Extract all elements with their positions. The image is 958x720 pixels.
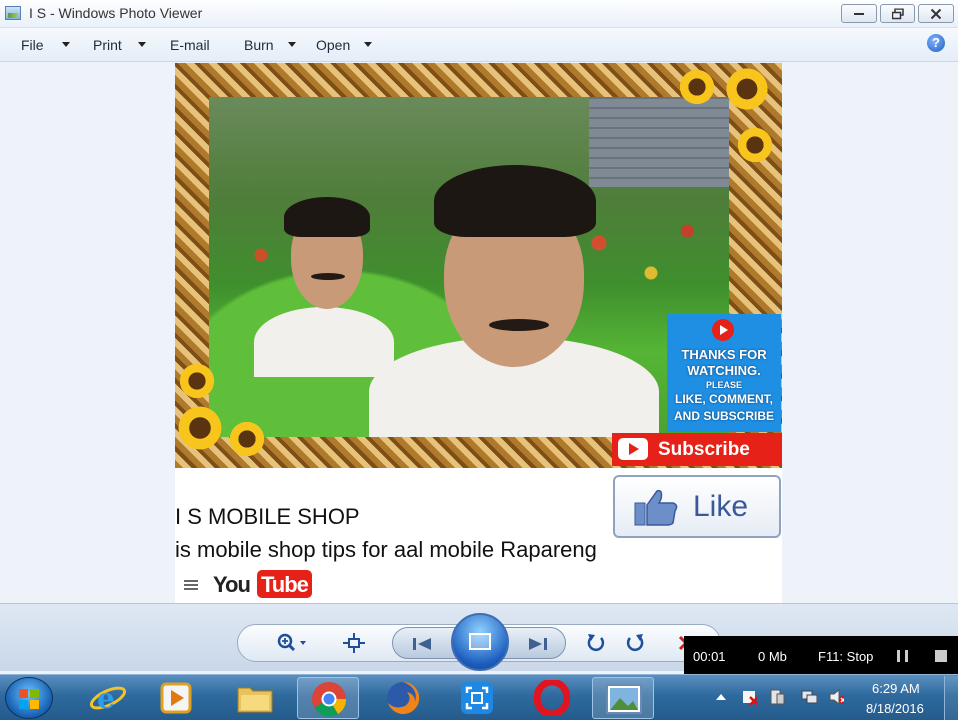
file-explorer-icon (237, 687, 273, 713)
taskbar-screen-recorder[interactable] (446, 677, 508, 719)
open-dropdown-icon[interactable] (364, 42, 372, 47)
show-desktop-button[interactable] (944, 676, 958, 720)
actual-size-button[interactable] (340, 631, 368, 655)
displayed-photo: THANKS FOR WATCHING. PLEASE LIKE, COMMEN… (175, 63, 782, 604)
previous-icon[interactable] (411, 636, 433, 652)
subscribe-graphic: Subscribe (612, 433, 782, 466)
thumbs-up-icon (634, 489, 678, 526)
clock-time[interactable]: 6:29 AM (872, 681, 920, 696)
thanks-for-watching-banner: THANKS FOR WATCHING. PLEASE LIKE, COMMEN… (667, 314, 781, 432)
file-dropdown-icon[interactable] (62, 42, 70, 47)
print-dropdown-icon[interactable] (138, 42, 146, 47)
recording-time: 00:01 (693, 649, 726, 664)
stop-hint[interactable]: F11: Stop (818, 649, 873, 664)
zoom-button[interactable] (274, 631, 310, 655)
youtube-play-icon (618, 438, 648, 460)
taskbar-firefox[interactable] (372, 677, 434, 719)
close-icon (930, 8, 942, 19)
screen-recorder-icon (461, 682, 493, 714)
like-graphic: Like (613, 475, 781, 538)
stop-icon[interactable] (935, 650, 947, 662)
media-player-icon (160, 682, 192, 714)
fit-window-icon (343, 633, 365, 653)
rotate-counterclockwise-button[interactable] (582, 631, 610, 655)
restore-button[interactable] (880, 4, 915, 23)
minimize-icon (854, 12, 864, 15)
menu-open[interactable]: Open (316, 37, 350, 53)
volume-muted-icon[interactable] (828, 689, 844, 705)
sunflower-decoration (227, 419, 267, 459)
help-icon[interactable]: ? (927, 34, 945, 52)
recording-size: 0 Mb (758, 649, 787, 664)
image-viewport: THANKS FOR WATCHING. PLEASE LIKE, COMMEN… (0, 63, 958, 604)
taskbar-media-player[interactable] (145, 677, 207, 719)
rotate-cw-icon (626, 634, 644, 652)
sunflower-decoration (677, 67, 717, 107)
taskbar-opera[interactable] (521, 677, 583, 719)
taskbar-photo-viewer[interactable] (592, 677, 654, 719)
taskbar-file-explorer[interactable] (224, 677, 286, 719)
recording-status-bar: 00:01 0 Mb F11: Stop (684, 636, 958, 674)
caption-title: I S MOBILE SHOP (175, 504, 360, 529)
window-title: I S - Windows Photo Viewer (29, 5, 203, 21)
rotate-clockwise-button[interactable] (621, 631, 649, 655)
menu-burn[interactable]: Burn (244, 37, 274, 53)
sunflower-decoration (177, 361, 217, 401)
sunflower-decoration (735, 125, 775, 165)
zoom-icon (277, 633, 306, 652)
taskbar-internet-explorer[interactable]: e (77, 677, 139, 719)
menu-email[interactable]: E-mail (170, 37, 210, 53)
start-button[interactable] (5, 677, 53, 719)
ornate-frame: THANKS FOR WATCHING. PLEASE LIKE, COMMEN… (175, 63, 782, 468)
opera-icon (534, 680, 570, 716)
title-bar: I S - Windows Photo Viewer (0, 0, 958, 28)
svg-text:e: e (97, 682, 115, 715)
internet-explorer-icon: e (89, 682, 127, 715)
menu-print[interactable]: Print (93, 37, 122, 53)
chrome-icon (312, 682, 347, 717)
sunflower-decoration (723, 65, 771, 113)
device-icon[interactable] (769, 689, 785, 705)
photo-viewer-icon (606, 684, 642, 714)
taskbar-chrome[interactable] (297, 677, 359, 719)
show-hidden-icons-icon[interactable] (716, 694, 726, 700)
menu-bar: File Print E-mail Burn Open (0, 28, 958, 62)
large-portrait (349, 137, 659, 437)
slideshow-button[interactable] (451, 613, 509, 671)
garden-background (209, 97, 729, 437)
windows-logo-icon (19, 689, 39, 709)
restore-icon (891, 8, 904, 19)
pause-icon[interactable] (897, 650, 908, 662)
next-icon[interactable] (527, 636, 549, 652)
photo-viewer-app-icon[interactable] (5, 6, 21, 20)
sunflower-decoration (175, 403, 225, 453)
menu-file[interactable]: File (21, 37, 44, 53)
clock-date[interactable]: 8/18/2016 (866, 701, 924, 716)
close-button[interactable] (918, 4, 954, 23)
action-center-icon[interactable] (741, 689, 757, 705)
network-icon[interactable] (801, 689, 817, 705)
firefox-icon (387, 681, 420, 714)
caption-subtitle: is mobile shop tips for aal mobile Rapar… (175, 537, 597, 562)
minimize-button[interactable] (841, 4, 877, 23)
youtube-play-icon (712, 319, 734, 341)
hamburger-menu-icon (184, 580, 198, 590)
burn-dropdown-icon[interactable] (288, 42, 296, 47)
rotate-ccw-icon (587, 634, 605, 652)
slideshow-icon (469, 633, 491, 650)
